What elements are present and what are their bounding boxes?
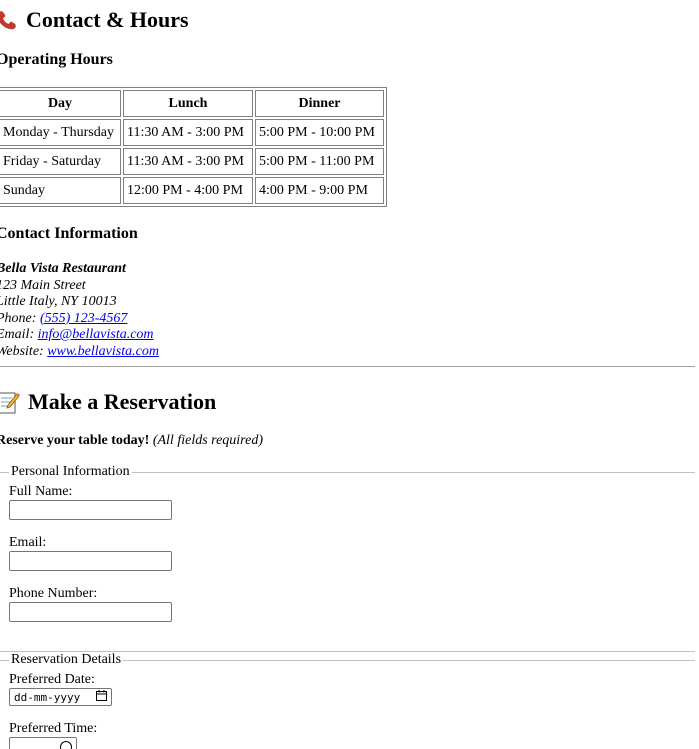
preferred-time-label: Preferred Time: bbox=[9, 721, 98, 736]
date-placeholder: dd-mm-yyyy bbox=[14, 690, 81, 704]
address-line-2: Little Italy, NY 10013 bbox=[0, 294, 117, 309]
telephone-receiver-icon bbox=[0, 9, 18, 31]
column-header-day: Day bbox=[0, 90, 121, 117]
table-cell: 11:30 AM - 3:00 PM bbox=[123, 119, 253, 146]
table-row: Monday - Thursday 11:30 AM - 3:00 PM 5:0… bbox=[0, 119, 384, 146]
table-cell: 5:00 PM - 11:00 PM bbox=[255, 148, 384, 175]
personal-information-legend: Personal Information bbox=[11, 464, 130, 479]
email-label: Email: bbox=[9, 535, 47, 550]
website-line: Website: www.bellavista.com bbox=[0, 344, 159, 361]
full-name-label: Full Name: bbox=[9, 484, 73, 499]
table-cell: 5:00 PM - 10:00 PM bbox=[255, 119, 384, 146]
reservation-intro-bold: Reserve your table today! bbox=[0, 433, 150, 448]
clock-icon bbox=[60, 741, 72, 749]
hours-table: Day Lunch Dinner Monday - Thursday 11:30… bbox=[0, 87, 387, 207]
table-cell: 11:30 AM - 3:00 PM bbox=[123, 148, 253, 175]
phone-line: Phone: (555) 123-4567 bbox=[0, 311, 159, 328]
personal-information-fieldset: Personal Information Full Name: Email: P… bbox=[0, 464, 695, 652]
address-line-1: 123 Main Street bbox=[0, 277, 86, 293]
section-divider bbox=[0, 366, 695, 367]
table-row: Friday - Saturday 11:30 AM - 3:00 PM 5:0… bbox=[0, 148, 384, 175]
reservation-intro: Reserve your table today! (All fields re… bbox=[0, 433, 263, 449]
table-cell: Sunday bbox=[0, 177, 121, 204]
website-label: Website: bbox=[0, 343, 44, 359]
column-header-lunch: Lunch bbox=[123, 90, 253, 117]
reservation-details-legend: Reservation Details bbox=[11, 652, 122, 667]
reservation-title: Make a Reservation bbox=[28, 389, 217, 414]
calendar-icon[interactable] bbox=[96, 690, 107, 704]
reservation-section: Make a Reservation bbox=[0, 389, 216, 415]
table-cell: 4:00 PM - 9:00 PM bbox=[255, 177, 384, 204]
reservation-details-fieldset: Reservation Details Preferred Date: dd-m… bbox=[0, 652, 695, 749]
contact-hours-title: Contact & Hours bbox=[26, 7, 189, 32]
page: Contact & Hours Operating Hours Day Lunc… bbox=[0, 0, 695, 749]
contact-hours-heading: Contact & Hours bbox=[0, 7, 189, 33]
table-cell: 12:00 PM - 4:00 PM bbox=[123, 177, 253, 204]
preferred-date-label: Preferred Date: bbox=[9, 672, 95, 687]
phone-link[interactable]: (555) 123-4567 bbox=[40, 311, 128, 326]
table-cell: Friday - Saturday bbox=[0, 148, 121, 175]
table-cell: Monday - Thursday bbox=[0, 119, 121, 146]
email-link[interactable]: info@bellavista.com bbox=[38, 327, 154, 342]
phone-label: Phone: bbox=[0, 310, 37, 326]
email-label: Email: bbox=[0, 327, 35, 342]
preferred-date-input[interactable]: dd-mm-yyyy bbox=[9, 688, 112, 706]
reservation-heading: Make a Reservation bbox=[0, 389, 216, 415]
phone-number-label: Phone Number: bbox=[9, 586, 98, 601]
column-header-dinner: Dinner bbox=[255, 90, 384, 117]
email-line: Email: info@bellavista.com bbox=[0, 327, 159, 344]
phone-number-input[interactable] bbox=[9, 602, 172, 622]
table-row: Sunday 12:00 PM - 4:00 PM 4:00 PM - 9:00… bbox=[0, 177, 384, 204]
website-link[interactable]: www.bellavista.com bbox=[47, 344, 159, 359]
contact-details: Bella Vista Restaurant 123 Main Street L… bbox=[0, 261, 159, 360]
email-input[interactable] bbox=[9, 551, 172, 571]
operating-hours-heading: Operating Hours bbox=[0, 51, 113, 68]
reservation-intro-note: (All fields required) bbox=[152, 433, 263, 448]
contact-section: Contact & Hours bbox=[0, 7, 189, 33]
memo-icon bbox=[0, 389, 20, 415]
contact-information-heading: Contact Information bbox=[0, 225, 138, 242]
table-header-row: Day Lunch Dinner bbox=[0, 90, 384, 117]
full-name-input[interactable] bbox=[9, 500, 172, 520]
preferred-time-input[interactable] bbox=[9, 737, 77, 749]
business-name: Bella Vista Restaurant bbox=[0, 261, 126, 276]
